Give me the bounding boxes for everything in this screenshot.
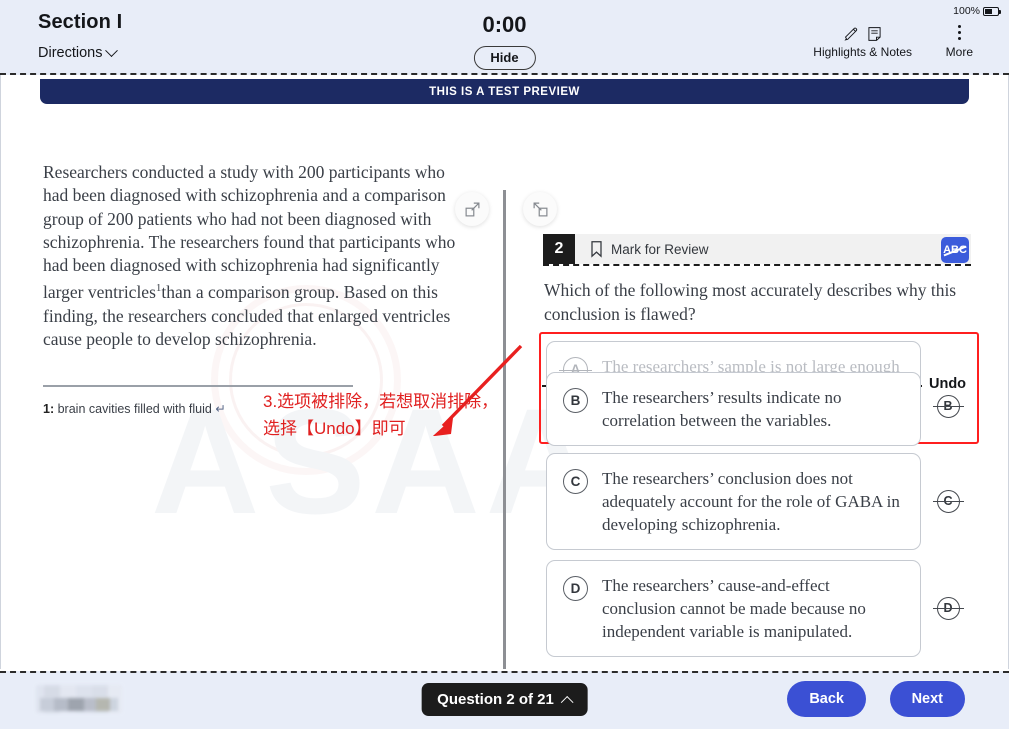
annotation-line-2: 选择【Undo】即可 <box>263 419 406 438</box>
directions-label: Directions <box>38 45 103 61</box>
crossout-button-c[interactable]: C <box>932 486 964 516</box>
answer-option-c[interactable]: C The researchers’ conclusion does not a… <box>546 453 921 550</box>
passage-text: Researchers conducted a study with 200 p… <box>43 161 463 351</box>
more-dots-icon <box>946 22 973 42</box>
highlights-notes-icons <box>813 22 912 42</box>
test-body: ASAA Researchers conducted a study with … <box>0 75 1009 669</box>
question-prompt: Which of the following most accurately d… <box>544 280 957 324</box>
answer-option-b[interactable]: B The researchers’ results indicate no c… <box>546 372 921 446</box>
back-button[interactable]: Back <box>787 681 866 717</box>
more-label: More <box>945 45 973 59</box>
notes-icon <box>868 27 881 41</box>
footnote-text: brain cavities filled with fluid <box>57 402 212 416</box>
more-button[interactable]: More <box>946 22 973 59</box>
option-letter-c: C <box>563 469 588 494</box>
question-header-divider <box>543 264 971 266</box>
highlights-notes-button[interactable]: Highlights & Notes <box>813 22 912 59</box>
chevron-up-icon <box>560 695 574 709</box>
collapse-arrow-icon <box>533 202 547 216</box>
chinese-annotation: 3.选项被排除，若想取消排除， 选择【Undo】即可 <box>263 388 513 442</box>
annotation-arrow <box>433 344 523 436</box>
expand-arrow-icon <box>465 202 479 216</box>
crossout-button-b[interactable]: B <box>932 391 964 421</box>
student-name-blurred <box>36 685 122 713</box>
directions-button[interactable]: Directions <box>38 43 119 61</box>
mark-for-review-label: Mark for Review <box>611 241 709 257</box>
annotation-line-1: 3.选项被排除，若想取消排除， <box>263 392 499 411</box>
undo-button[interactable]: Undo <box>929 376 966 392</box>
crossout-letter-b: B <box>932 394 964 418</box>
pane-splitter[interactable] <box>503 190 506 669</box>
next-button[interactable]: Next <box>889 681 965 717</box>
question-header: 2 Mark for Review ABC <box>543 234 971 264</box>
footer-divider <box>0 671 1009 673</box>
chevron-down-icon <box>105 43 119 57</box>
footnote: 1: brain cavities filled with fluid ↵ <box>43 401 226 416</box>
question-selector-label: Question 2 of 21 <box>437 691 554 708</box>
option-text-c: The researchers’ conclusion does not ade… <box>602 469 900 534</box>
abc-tool-wrapper: ABC <box>941 235 971 263</box>
answer-option-d[interactable]: D The researchers’ cause-and-effect conc… <box>546 560 921 657</box>
abc-crossout-toggle-icon[interactable]: ABC <box>941 237 969 263</box>
zoom-battery-indicator: 100% <box>953 5 1001 17</box>
battery-icon <box>983 6 1001 16</box>
option-text-b: The researchers’ results indicate no cor… <box>602 388 842 430</box>
footnote-rule <box>43 385 353 387</box>
test-app-window: Section I Directions 0:00 Hide 100% High… <box>0 0 1009 729</box>
hide-timer-button[interactable]: Hide <box>473 46 536 70</box>
mark-for-review-button[interactable]: Mark for Review <box>589 240 709 258</box>
highlighter-pen-icon <box>844 27 858 41</box>
crossout-button-d[interactable]: D <box>932 593 964 623</box>
question-selector-button[interactable]: Question 2 of 21 <box>421 683 588 716</box>
bookmark-icon <box>591 241 602 258</box>
option-letter-b: B <box>563 388 588 413</box>
zoom-level-label: 100% <box>953 5 980 17</box>
highlights-notes-label: Highlights & Notes <box>813 45 912 59</box>
collapse-right-pane-icon[interactable] <box>523 192 557 226</box>
option-text-d: The researchers’ cause-and-effect conclu… <box>602 576 866 641</box>
test-preview-banner: THIS IS A TEST PREVIEW <box>40 79 969 104</box>
question-number-badge: 2 <box>543 234 575 264</box>
footnote-return-icon[interactable]: ↵ <box>215 402 225 416</box>
passage-container: Researchers conducted a study with 200 p… <box>43 161 463 351</box>
crossout-letter-d: D <box>932 596 964 620</box>
footnote-marker: 1: <box>43 402 55 416</box>
option-letter-d: D <box>563 576 588 601</box>
app-header: Section I Directions 0:00 Hide 100% High… <box>0 0 1009 75</box>
crossout-letter-c: C <box>932 489 964 513</box>
